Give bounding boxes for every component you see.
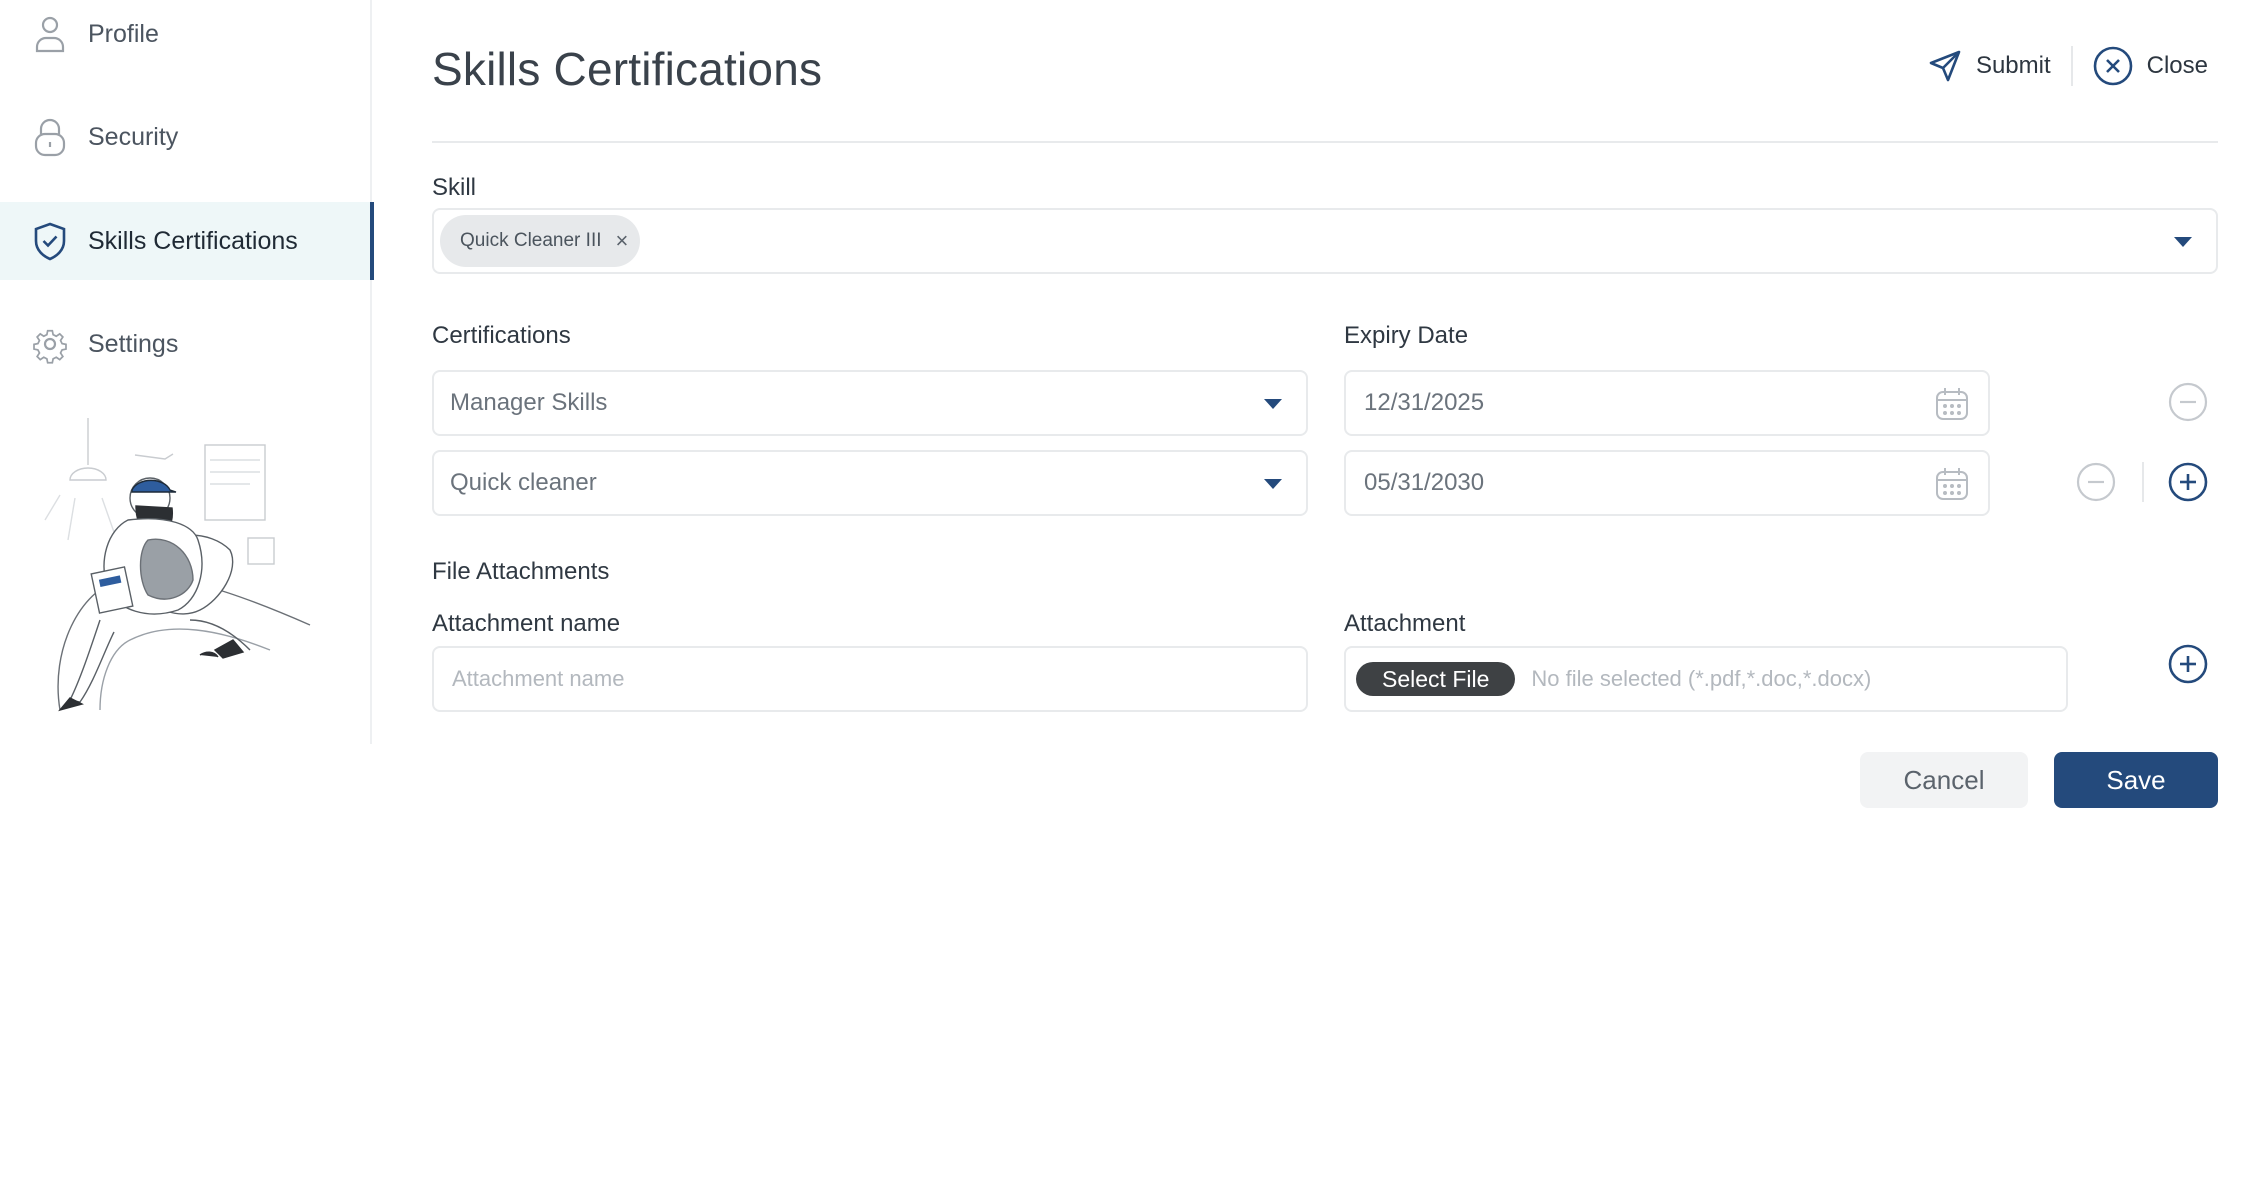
attachment-label: Attachment (1344, 610, 1466, 637)
calendar-icon[interactable] (1934, 466, 1970, 502)
attachment-name-input[interactable]: Attachment name (432, 646, 1308, 712)
user-icon (32, 14, 68, 54)
close-button[interactable]: Close (2093, 46, 2208, 86)
expiry-date-input-1[interactable]: 12/31/2025 (1344, 370, 1990, 436)
skill-chip-label: Quick Cleaner III (460, 230, 602, 251)
add-attachment-icon[interactable] (2168, 644, 2208, 684)
submit-label: Submit (1975, 52, 2051, 79)
sidebar-item-skills-certifications[interactable]: Skills Certifications (0, 202, 374, 280)
add-row-icon[interactable] (2168, 462, 2208, 502)
row-action-divider (2142, 462, 2144, 502)
expiry-date-label: Expiry Date (1344, 322, 1469, 349)
certification-select-2[interactable]: Quick cleaner (432, 450, 1308, 516)
chevron-down-icon[interactable] (2174, 237, 2192, 247)
calendar-icon[interactable] (1934, 386, 1970, 422)
reading-person-illustration (44, 418, 311, 712)
chevron-down-icon (1264, 399, 1282, 409)
sidebar-item-security[interactable]: Security (0, 98, 372, 176)
header-divider-line (432, 141, 2218, 143)
expiry-date-value: 05/31/2030 (1364, 469, 1485, 496)
send-icon (1929, 50, 1961, 82)
skill-chip: Quick Cleaner III × (440, 215, 641, 267)
sidebar-item-profile[interactable]: Profile (0, 0, 372, 73)
gear-icon (32, 324, 68, 364)
expiry-date-input-2[interactable]: 05/31/2030 (1344, 450, 1990, 516)
lock-icon (32, 117, 68, 157)
remove-row-icon[interactable] (2168, 382, 2208, 422)
sidebar-item-settings[interactable]: Settings (0, 305, 372, 383)
sidebar-item-label: Skills Certifications (88, 226, 298, 255)
certification-select-1[interactable]: Manager Skills (432, 370, 1308, 436)
file-attachments-label: File Attachments (432, 558, 610, 585)
cancel-button[interactable]: Cancel (1860, 752, 2028, 808)
file-hint: No file selected (*.pdf,*.doc,*.docx) (1531, 666, 1872, 691)
header-actions: Submit Close (1928, 46, 2208, 86)
remove-row-icon[interactable] (2076, 462, 2116, 502)
shield-check-icon (32, 221, 68, 261)
close-label: Close (2146, 52, 2208, 79)
chevron-down-icon (1264, 479, 1282, 489)
select-file-button[interactable]: Select File (1356, 662, 1516, 696)
page-title: Skills Certifications (432, 43, 823, 95)
attachment-name-placeholder: Attachment name (452, 666, 625, 691)
sidebar-item-label: Settings (88, 329, 179, 358)
close-icon (2093, 46, 2132, 86)
certifications-label: Certifications (432, 322, 571, 349)
attachment-name-label: Attachment name (432, 610, 621, 637)
sidebar-item-label: Profile (88, 19, 159, 48)
submit-button[interactable]: Submit (1928, 49, 2051, 83)
header-divider (2070, 46, 2073, 86)
skill-label: Skill (432, 174, 477, 201)
expiry-date-value: 12/31/2025 (1364, 389, 1485, 416)
chip-remove-icon[interactable]: × (616, 228, 629, 254)
sidebar-item-label: Security (88, 122, 179, 151)
certification-value: Manager Skills (450, 389, 608, 416)
attachment-file-input[interactable]: Select File No file selected (*.pdf,*.do… (1344, 646, 2068, 712)
certification-value: Quick cleaner (450, 469, 597, 496)
sidebar: Profile Security Skills Certifications S… (0, 0, 374, 744)
save-button[interactable]: Save (2054, 752, 2218, 808)
skill-multiselect[interactable]: Quick Cleaner III × (432, 208, 2218, 274)
